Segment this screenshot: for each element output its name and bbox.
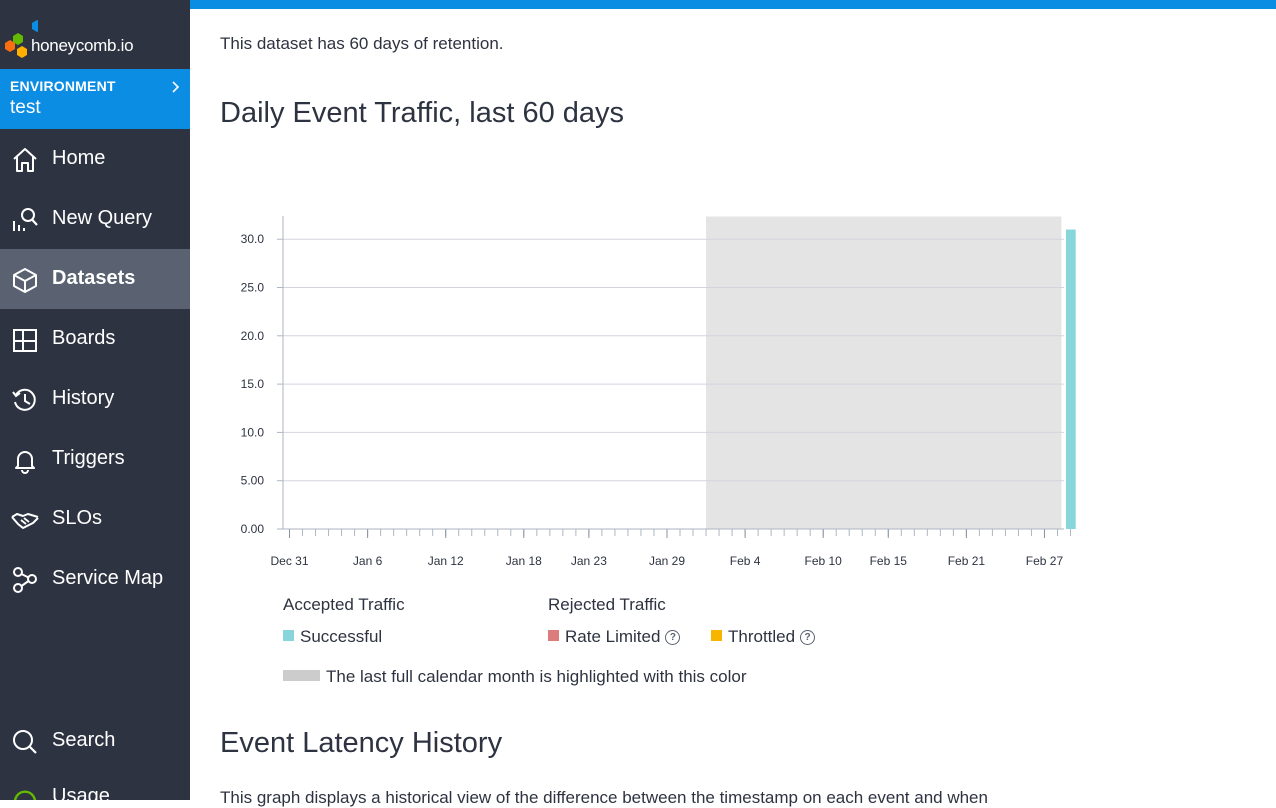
legend-rate-limited: Rate Limited? [548, 627, 681, 647]
highlight-swatch [283, 670, 320, 682]
x-tick-label: Jan 6 [353, 554, 383, 568]
nav-triggers-label: Triggers [52, 447, 125, 469]
retention-text: This dataset has 60 days of retention. [220, 34, 504, 53]
nav-search-label: Search [52, 729, 116, 751]
nav-service-map-label: Service Map [52, 567, 164, 589]
service-map-icon [13, 567, 37, 593]
usage-icon [13, 790, 37, 800]
nav-history-label: History [52, 387, 115, 409]
legend-successful: Successful [283, 627, 382, 647]
x-tick-label: Jan 12 [428, 554, 464, 568]
nav-service-map[interactable]: Service Map [0, 549, 190, 609]
legend-throttled-label: Throttled [728, 627, 796, 646]
search-icon [13, 730, 37, 754]
history-icon [12, 388, 36, 411]
handshake-icon [11, 513, 39, 529]
x-tick-label: Jan 23 [571, 554, 607, 568]
successful-swatch [283, 630, 294, 642]
nav-home-label: Home [52, 147, 106, 169]
chevron-right-icon [172, 81, 180, 93]
brand-name: honeycomb.io [31, 36, 134, 55]
y-tick-label: 0.00 [241, 522, 265, 536]
y-tick-label: 5.00 [241, 474, 265, 488]
nav-new-query-label: New Query [52, 207, 153, 229]
environment-name: test [10, 97, 41, 118]
query-icon [13, 208, 38, 231]
y-tick-label: 30.0 [241, 232, 265, 246]
home-icon [13, 148, 37, 172]
accepted-traffic-title: Accepted Traffic [283, 595, 405, 614]
nav-usage-label: Usage [52, 785, 110, 800]
nav-datasets-label: Datasets [52, 267, 136, 289]
nav-slos-label: SLOs [52, 507, 103, 529]
bar-successful [1065, 229, 1076, 529]
legend-highlight-label: The last full calendar month is highligh… [326, 667, 747, 686]
y-tick-label: 10.0 [241, 425, 265, 439]
x-tick-label: Feb 10 [805, 554, 843, 568]
nav-boards-label: Boards [52, 327, 116, 349]
legend-highlight-note: The last full calendar month is highligh… [283, 667, 747, 687]
nav-boards[interactable]: Boards [0, 309, 190, 369]
x-tick-label: Feb 15 [870, 554, 908, 568]
legend-successful-label: Successful [300, 627, 383, 646]
daily-traffic-chart: 0.00 5.00 10.0 15.0 20.0 25.0 30.0 Dec 31 Jan 6… [241, 216, 1076, 568]
nav-history[interactable]: History [0, 369, 190, 429]
nav-datasets[interactable]: Datasets [0, 249, 190, 309]
bell-icon [15, 451, 35, 474]
highlight-region [706, 216, 1062, 529]
boards-icon [13, 329, 37, 352]
x-tick-label: Feb 21 [948, 554, 986, 568]
y-tick-label: 25.0 [241, 281, 265, 295]
x-tick-label: Dec 31 [270, 554, 308, 568]
x-tick-label: Feb 4 [730, 554, 761, 568]
rejected-traffic-title: Rejected Traffic [548, 595, 666, 614]
environment-selector[interactable]: ENVIRONMENT test [0, 69, 190, 129]
nav-usage[interactable]: Usage [0, 767, 190, 800]
traffic-heading: Daily Event Traffic, last 60 days [220, 97, 625, 129]
x-tick-label: Jan 29 [649, 554, 685, 568]
y-tick-label: 15.0 [241, 377, 265, 391]
sidebar: honeycomb.io ENVIRONMENT test Home New Q… [0, 0, 190, 800]
environment-label: ENVIRONMENT [10, 78, 116, 94]
nav-triggers[interactable]: Triggers [0, 429, 190, 489]
latency-description: This graph displays a historical view of… [220, 788, 988, 807]
y-tick-label: 20.0 [241, 329, 265, 343]
legend-rate-limited-label: Rate Limited [565, 627, 661, 646]
legend-throttled: Throttled? [711, 627, 816, 647]
rate-limited-swatch [548, 630, 559, 642]
nav-home[interactable]: Home [0, 129, 190, 189]
x-tick-label: Jan 18 [506, 554, 542, 568]
nav-search[interactable]: Search [0, 711, 190, 771]
top-accent-bar [190, 0, 1276, 9]
nav-slos[interactable]: SLOs [0, 489, 190, 549]
help-icon[interactable]: ? [800, 630, 816, 645]
cube-icon [13, 268, 37, 293]
nav-new-query[interactable]: New Query [0, 189, 190, 249]
brand-logo[interactable]: honeycomb.io [0, 0, 190, 69]
throttled-swatch [711, 630, 722, 642]
x-tick-label: Feb 27 [1026, 554, 1064, 568]
latency-heading: Event Latency History [220, 727, 503, 759]
help-icon[interactable]: ? [665, 630, 681, 645]
